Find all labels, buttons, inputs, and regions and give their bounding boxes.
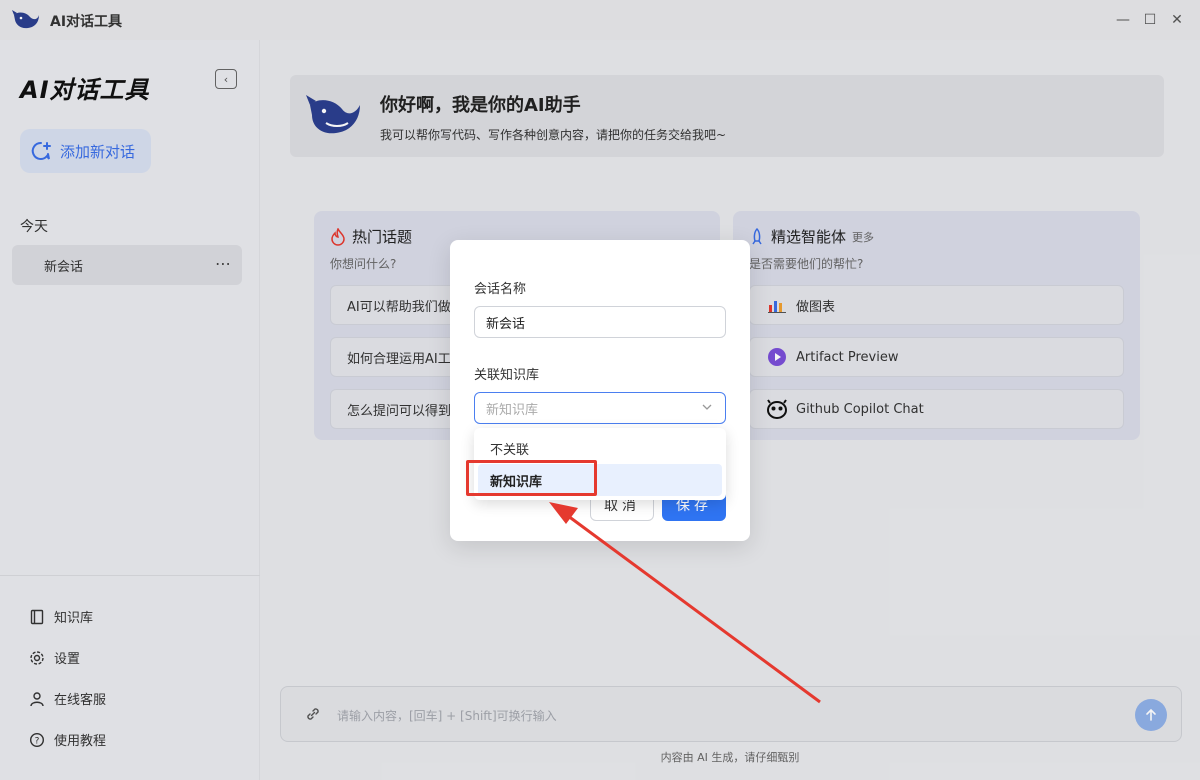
knowledge-base-label: 关联知识库 — [474, 368, 540, 383]
chevron-down-icon — [701, 401, 713, 416]
knowledge-base-select-value: 新知识库 — [486, 402, 539, 418]
session-name-input[interactable]: 新会话 — [474, 306, 726, 338]
session-name-label: 会话名称 — [474, 282, 527, 297]
annotation-highlight-box — [466, 460, 597, 496]
knowledge-base-select[interactable]: 新知识库 — [474, 392, 726, 424]
